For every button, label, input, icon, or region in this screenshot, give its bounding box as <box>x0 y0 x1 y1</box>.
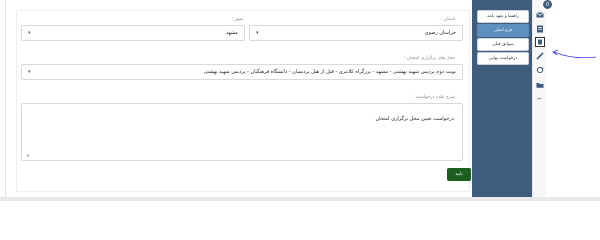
menu-icon[interactable]: منو <box>535 93 544 102</box>
province-label: استان : <box>440 17 455 22</box>
side-menu: راهنما و تعهد نامه فرم اصلی سوابق قبلی د… <box>472 0 532 197</box>
city-select[interactable]: مشهد ▾ <box>21 25 245 41</box>
folder-icon[interactable] <box>535 80 544 89</box>
request-label: شرح علت درخواست : <box>412 95 455 100</box>
notification-badge: 0 <box>542 0 553 10</box>
icon-rail: منو <box>532 0 546 197</box>
menu-item-final-request[interactable]: درخواست نهایی <box>477 52 529 65</box>
file-icon[interactable] <box>535 37 545 47</box>
submit-button[interactable]: تایید <box>447 168 471 181</box>
request-value: درخواست تعیین محل برگزاری امتحان <box>375 116 455 122</box>
mail-icon[interactable] <box>535 10 544 19</box>
venue-value: نوبت دوم پردیس شهید بهشتی - مشهد - بزرگر… <box>203 69 456 75</box>
document-icon[interactable] <box>535 24 544 33</box>
form-card: استان : خراسان رضوی ▾ شهر : مشهد ▾ محل ه… <box>16 10 470 192</box>
menu-item-main-form[interactable]: فرم اصلی <box>477 24 529 37</box>
bottom-bar <box>0 197 600 201</box>
city-label: شهر : <box>231 17 243 22</box>
refresh-icon[interactable] <box>535 65 544 74</box>
annotation-arrow-icon <box>552 49 597 59</box>
menu-item-guide[interactable]: راهنما و تعهد نامه <box>477 10 529 23</box>
request-textarea[interactable]: درخواست تعیین محل برگزاری امتحان ◢ <box>21 103 463 161</box>
main-panel: استان : خراسان رضوی ▾ شهر : مشهد ▾ محل ه… <box>5 0 473 197</box>
resize-handle-icon[interactable]: ◢ <box>26 152 29 157</box>
chevron-down-icon: ▾ <box>256 30 259 36</box>
province-value: خراسان رضوی <box>424 30 456 36</box>
venue-label: محل های برگزاری امتحان : <box>403 56 455 61</box>
pen-icon[interactable] <box>535 51 544 60</box>
chevron-down-icon: ▾ <box>28 30 31 36</box>
chevron-down-icon: ▾ <box>28 69 31 75</box>
venue-select[interactable]: نوبت دوم پردیس شهید بهشتی - مشهد - بزرگر… <box>21 64 463 80</box>
province-select[interactable]: خراسان رضوی ▾ <box>249 25 463 41</box>
city-value: مشهد <box>225 30 238 36</box>
menu-item-history[interactable]: سوابق قبلی <box>477 38 529 51</box>
